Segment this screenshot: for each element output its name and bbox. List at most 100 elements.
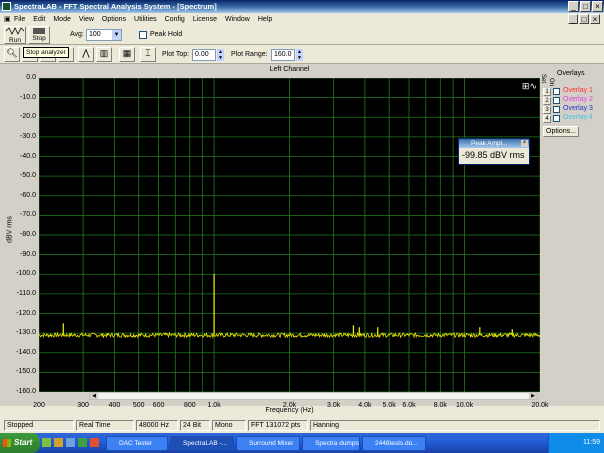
overlay-checkbox[interactable] — [553, 115, 560, 122]
close-icon[interactable]: × — [521, 140, 528, 147]
tooltip: Stop analyzer — [23, 47, 69, 58]
y-tick-label: -30.0 — [20, 132, 36, 140]
status-sample-rate: 48000 Hz — [136, 420, 178, 431]
scroll-left-icon[interactable]: ◀ — [90, 393, 98, 399]
spectrum-plot[interactable]: ⊞∿ — [38, 77, 541, 393]
cursor-icon[interactable]: ⌶ — [140, 47, 156, 62]
maximize-icon[interactable]: □ — [580, 1, 591, 12]
run-label: Run — [9, 37, 21, 44]
status-state: Stopped — [4, 420, 74, 431]
overlays-title: Overlays — [557, 70, 585, 77]
overlay-set-button[interactable]: 4 — [543, 115, 551, 123]
status-mode: Real Time — [76, 420, 134, 431]
menu-config[interactable]: Config — [161, 16, 189, 23]
cursor-readout-icon[interactable]: ⊞∿ — [522, 81, 537, 92]
menu-license[interactable]: License — [189, 16, 221, 23]
overlay-checkbox[interactable] — [553, 88, 560, 95]
menu-view[interactable]: View — [75, 16, 98, 23]
menu-help[interactable]: Help — [254, 16, 276, 23]
waveform-icon — [5, 27, 25, 35]
plot-type-bar-icon[interactable]: ▥ — [96, 47, 112, 62]
quick-launch — [42, 438, 102, 448]
task-dac-tester[interactable]: DAC Tester — [106, 436, 168, 451]
grid-icon[interactable]: ▦ — [119, 47, 135, 62]
plot-range-value: 160.0 — [274, 51, 292, 58]
doc-icon[interactable]: ▣ — [0, 15, 11, 23]
run-button[interactable]: Run — [4, 26, 26, 44]
menu-window[interactable]: Window — [221, 16, 254, 23]
start-label: Start — [14, 438, 33, 447]
peak-window-title: Peak Ampl... — [471, 140, 508, 147]
menu-mode[interactable]: Mode — [49, 16, 75, 23]
overlay-set-button[interactable]: 3 — [543, 106, 551, 114]
overlay-checkbox[interactable] — [553, 97, 560, 104]
y-tick-label: -20.0 — [20, 113, 36, 121]
status-channels: Mono — [212, 420, 246, 431]
plot-top-spin-icon[interactable]: ▲ ▼ — [217, 49, 224, 61]
task-spectra-dumps[interactable]: Spectra dumps — [302, 436, 360, 451]
overlay-set-button[interactable]: 1 — [543, 88, 551, 96]
chevron-down-icon[interactable]: ▼ — [112, 30, 121, 40]
plot-range-label: Plot Range: — [231, 51, 268, 58]
quick-launch-icon[interactable] — [66, 438, 75, 447]
status-bits: 24 Bit — [180, 420, 210, 431]
plot-scrollbar[interactable]: ◀ ▶ — [89, 392, 538, 400]
peak-hold-label: Peak Hold — [150, 31, 183, 38]
windows-logo-icon — [3, 439, 11, 447]
plot-range-input[interactable]: 160.0 — [271, 49, 295, 61]
quick-launch-icon[interactable] — [90, 438, 99, 447]
on-label: On — [548, 78, 554, 87]
y-tick-label: -100.0 — [16, 270, 36, 278]
status-fft-size: FFT 131072 pts — [248, 420, 308, 431]
clock: 11:59 — [583, 439, 600, 446]
title-bar: SpectraLAB - FFT Spectral Analysis Syste… — [0, 0, 604, 13]
overlay-set-button[interactable]: 2 — [543, 97, 551, 105]
avg-select[interactable]: 100 ▼ — [86, 29, 122, 41]
minimize-icon[interactable]: _ — [568, 1, 579, 12]
quick-launch-icon[interactable] — [42, 438, 51, 447]
task-spectralab[interactable]: SpectraLAB -... — [170, 436, 234, 451]
plot-type-line-icon[interactable]: ⋀ — [78, 47, 94, 62]
menu-edit[interactable]: Edit — [29, 16, 49, 23]
y-tick-label: -10.0 — [20, 93, 36, 101]
task-surround-mixer[interactable]: Surround Mixer — [236, 436, 300, 451]
channel-title: Left Channel — [269, 66, 310, 73]
plot-top-label: Plot Top: — [162, 51, 190, 58]
quick-launch-icon[interactable] — [54, 438, 63, 447]
menu-file[interactable]: File — [10, 16, 29, 23]
menu-utilities[interactable]: Utilities — [130, 16, 161, 23]
scroll-right-icon[interactable]: ▶ — [529, 393, 537, 399]
y-tick-label: -120.0 — [16, 309, 36, 317]
y-tick-label: -110.0 — [16, 289, 36, 297]
menu-bar: ▣ File Edit Mode View Options Utilities … — [0, 13, 604, 25]
overlay-label: Overlay 3 — [563, 105, 593, 112]
y-tick-label: -80.0 — [20, 231, 36, 238]
y-tick-label: -40.0 — [20, 152, 36, 160]
doc-restore-icon[interactable]: □ — [579, 14, 589, 24]
app-icon[interactable] — [2, 2, 11, 11]
menu-options[interactable]: Options — [98, 16, 130, 23]
stop-label: Stop — [32, 35, 46, 42]
plot-range-spin-icon[interactable]: ▲ ▼ — [296, 49, 303, 61]
doc-close-icon[interactable]: × — [590, 14, 600, 24]
y-tick-label: -50.0 — [20, 172, 36, 180]
peak-hold-checkbox[interactable] — [139, 31, 147, 39]
system-tray: 11:59 — [548, 433, 604, 453]
peak-window-titlebar[interactable]: Peak Ampl... × — [459, 139, 529, 148]
plot-top-input[interactable]: 0.00 — [192, 49, 216, 61]
start-button[interactable]: Start — [0, 433, 40, 453]
peak-amplitude-window[interactable]: Peak Ampl... × -99.85 dBV rms — [458, 138, 530, 165]
stop-button[interactable]: Stop — [28, 26, 50, 44]
task-2448tests[interactable]: 2448tests.do... — [362, 436, 426, 451]
quick-launch-icon[interactable] — [78, 438, 87, 447]
close-icon[interactable]: × — [592, 1, 603, 12]
doc-minimize-icon[interactable]: _ — [568, 14, 578, 24]
set-label: Set — [540, 74, 546, 84]
overlay-label: Overlay 1 — [563, 87, 593, 94]
status-window: Hanning — [310, 420, 600, 431]
x-axis-label: Frequency (Hz) — [265, 407, 314, 414]
zoom-icon[interactable]: 🔍︎ — [4, 47, 20, 62]
overlay-options-button[interactable]: Options... — [543, 126, 579, 137]
y-tick-label: -150.0 — [16, 368, 36, 376]
overlay-checkbox[interactable] — [553, 106, 560, 113]
